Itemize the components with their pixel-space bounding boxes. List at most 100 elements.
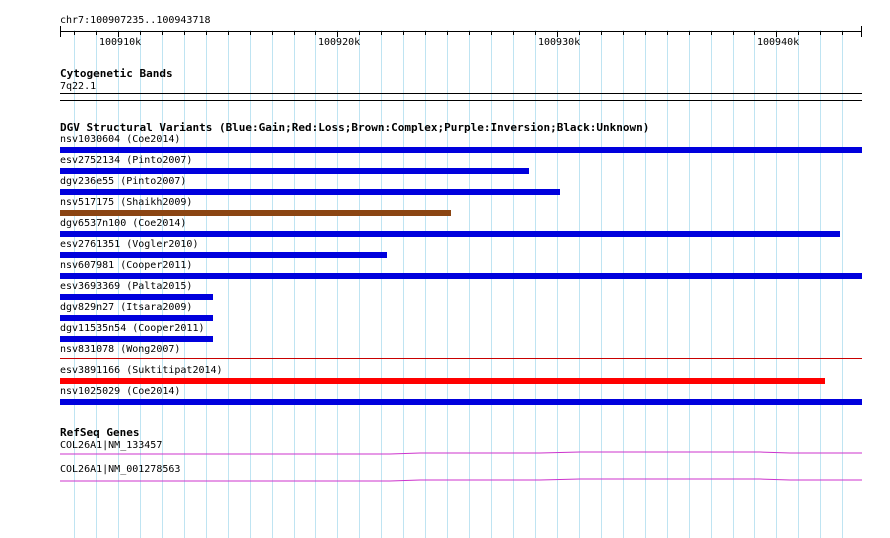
gridline [842,30,843,538]
gridline [623,30,624,538]
feature-bar[interactable] [60,147,862,153]
ruler-tick [96,31,97,35]
cytoband-track-title: Cytogenetic Bands [60,67,173,80]
gridline [381,30,382,538]
ruler-tick [513,31,514,35]
ruler-label-100920k: 100920k [318,37,361,48]
location-label: chr7:100907235..100943718 [60,15,211,26]
ruler-tick [359,31,360,35]
feature-bar[interactable] [60,252,387,258]
ruler-label-100930k: 100930k [538,37,581,48]
ruler-tick [403,31,404,35]
ruler-tick [820,31,821,35]
ruler-tick [623,31,624,35]
ruler-tick [162,31,163,35]
ruler-tick [447,31,448,35]
feature-label[interactable]: dgv6537n100 (Coe2014) [60,218,186,229]
ruler-tick [733,31,734,35]
gridline [711,30,712,538]
genome-browser-panel: chr7:100907235..100943718 100910k 100920… [0,0,890,538]
feature-label[interactable]: esv3693369 (Palta2015) [60,281,192,292]
gridline [754,30,755,538]
cytoband-border-bottom [60,100,862,101]
feature-bar[interactable] [60,189,560,195]
ruler-tick [184,31,185,35]
ruler-tick [601,31,602,35]
ruler-tick [689,31,690,35]
gridline [667,30,668,538]
ruler-label-100940k: 100940k [757,37,800,48]
ruler-tick [469,31,470,35]
feature-label[interactable]: esv2761351 (Vogler2010) [60,239,198,250]
ruler-tick [294,31,295,35]
dgv-track-title: DGV Structural Variants (Blue:Gain;Red:L… [60,121,650,134]
ruler-tick [711,31,712,35]
gridline [359,30,360,538]
cytoband-label: 7q22.1 [60,81,97,92]
gridline [820,30,821,538]
ruler-tick [535,31,536,35]
feature-bar[interactable] [60,210,451,216]
gridline [403,30,404,538]
ruler-tick [667,31,668,35]
gene-model-line[interactable] [60,476,862,486]
feature-label[interactable]: nsv1025029 (Coe2014) [60,386,180,397]
gridline [294,30,295,538]
feature-bar[interactable] [60,168,529,174]
ruler-label-100910k: 100910k [99,37,142,48]
ruler-tick [315,31,316,35]
feature-bar[interactable] [60,378,825,384]
refseq-track-title: RefSeq Genes [60,426,140,439]
ruler-tick [842,31,843,35]
ruler-right-end [861,26,862,37]
gridline [315,30,316,538]
gridline [272,30,273,538]
feature-label[interactable]: esv2752134 (Pinto2007) [60,155,192,166]
feature-label[interactable]: nsv517175 (Shaikh2009) [60,197,192,208]
feature-bar[interactable] [60,336,213,342]
gridline [206,30,207,538]
feature-label[interactable]: nsv831078 (Wong2007) [60,344,180,355]
gridline [425,30,426,538]
feature-bar[interactable] [60,399,862,405]
gridline [250,30,251,538]
gridline [535,30,536,538]
feature-label[interactable]: dgv829n27 (Itsara2009) [60,302,192,313]
ruler-tick [250,31,251,35]
feature-label[interactable]: dgv11535n54 (Cooper2011) [60,323,205,334]
gridline [689,30,690,538]
gridline [579,30,580,538]
gridline [733,30,734,538]
feature-bar[interactable] [60,273,862,279]
ruler-line [60,31,862,32]
feature-bar[interactable] [60,315,213,321]
ruler-tick [645,31,646,35]
gene-model-line[interactable] [60,449,862,459]
feature-label[interactable]: esv3891166 (Suktitipat2014) [60,365,223,376]
feature-label[interactable]: nsv1030604 (Coe2014) [60,134,180,145]
ruler-tick [228,31,229,35]
ruler-tick [206,31,207,35]
gene-label[interactable]: COL26A1|NM_001278563 [60,464,180,475]
gridline [447,30,448,538]
feature-label[interactable]: dgv236e55 (Pinto2007) [60,176,186,187]
feature-bar[interactable] [60,231,840,237]
gridline [513,30,514,538]
cytoband-border-top [60,93,862,94]
gridline [557,30,558,538]
feature-bar[interactable] [60,358,862,359]
gridline [228,30,229,538]
feature-label[interactable]: nsv607981 (Cooper2011) [60,260,192,271]
feature-bar[interactable] [60,294,213,300]
ruler-tick [491,31,492,35]
ruler-tick [140,31,141,35]
ruler-tick [425,31,426,35]
ruler-tick [798,31,799,35]
gridline [337,30,338,538]
gridline [601,30,602,538]
gridline [776,30,777,538]
ruler-tick [272,31,273,35]
ruler-tick [381,31,382,35]
gridline [645,30,646,538]
ruler-tick [74,31,75,35]
